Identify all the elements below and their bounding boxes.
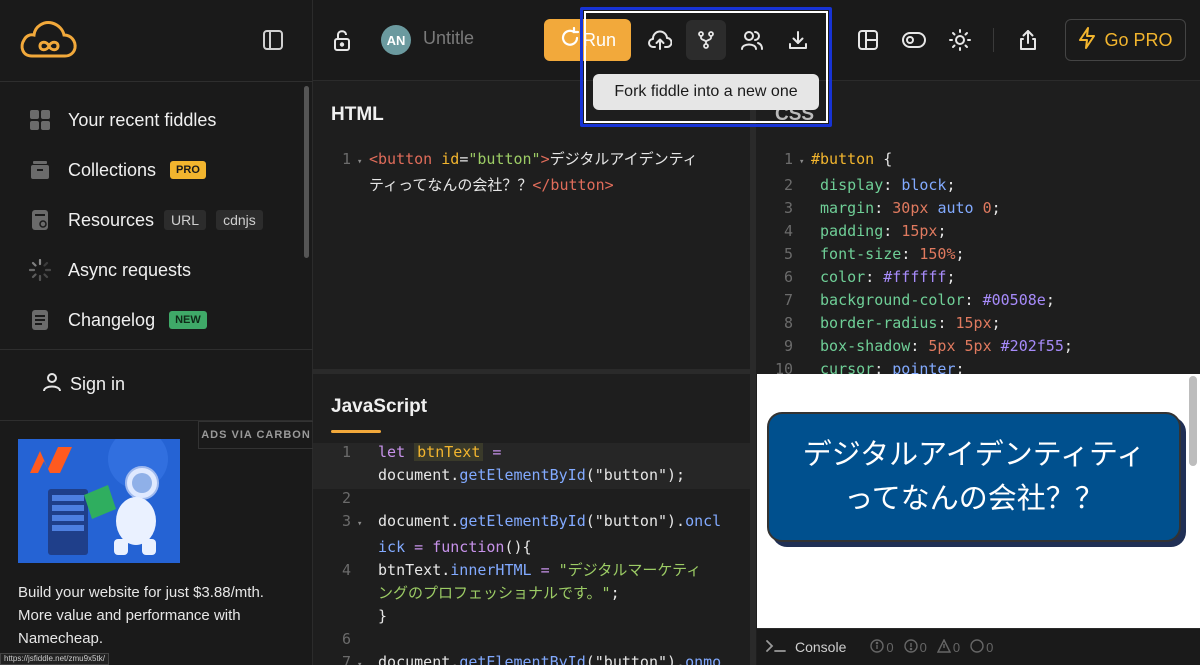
go-pro-label: Go PRO <box>1104 29 1173 50</box>
error-count: 0 <box>903 638 927 656</box>
console-label: Console <box>795 639 847 655</box>
resource-tag-cdnjs[interactable]: cdnjs <box>216 210 263 230</box>
new-badge: NEW <box>169 311 207 329</box>
layout-icon[interactable] <box>848 20 888 60</box>
file-icon <box>28 208 52 232</box>
ads-via-carbon-link[interactable]: ADS VIA CARBON <box>198 421 313 449</box>
sidebar-item-collections[interactable]: Collections PRO <box>0 145 305 195</box>
share-icon[interactable] <box>1008 20 1048 60</box>
go-pro-button[interactable]: Go PRO <box>1065 19 1186 61</box>
warning-icon <box>936 637 951 656</box>
toggle-switch-icon[interactable] <box>894 20 934 60</box>
panel-title-underline <box>331 430 381 433</box>
vertical-splitter[interactable] <box>750 374 756 665</box>
sidebar-item-recent-fiddles[interactable]: Your recent fiddles <box>0 95 305 145</box>
sidebar-item-label: Changelog <box>68 309 156 330</box>
lightning-icon <box>1078 26 1096 54</box>
sidebar-nav: Your recent fiddles Collections PRO Reso… <box>0 95 305 345</box>
ad-text[interactable]: Build your website for just $3.88/mth. M… <box>18 581 298 650</box>
console-bar[interactable]: Console 0 0 0 0 <box>757 628 1200 665</box>
divider <box>0 81 313 82</box>
sidebar-toggle-icon[interactable] <box>258 25 288 55</box>
status-url-hint: https://jsfiddle.net/zmu9x5tk/ <box>0 653 109 665</box>
theme-sun-icon[interactable] <box>940 20 980 60</box>
javascript-code-editor[interactable]: 1 let btnText = document.getElementById(… <box>325 441 750 665</box>
log-icon <box>970 638 984 656</box>
sidebar-item-label: Async requests <box>68 259 192 280</box>
sidebar-item-label: Collections <box>68 159 157 180</box>
preview-demo-button[interactable]: デジタルアイデンティティってなんの会社？？ <box>767 412 1181 542</box>
result-scrollbar[interactable] <box>1189 376 1197 466</box>
result-preview: デジタルアイデンティティってなんの会社？？ <box>757 374 1200 628</box>
sidebar-item-resources[interactable]: Resources URL cdnjs <box>0 195 305 245</box>
html-code-editor[interactable]: 1 ▾ <button id="button">デジタルアイデンティ ティってなんの… <box>325 148 745 197</box>
sidebar: Your recent fiddles Collections PRO Reso… <box>0 0 313 665</box>
grid-icon <box>28 108 52 132</box>
divider <box>0 349 313 350</box>
css-code-editor[interactable]: 1 ▾ #button { 2 display: block; 3 margin: … <box>767 148 1197 374</box>
fiddle-title-input[interactable]: Untitle <box>423 28 474 49</box>
sidebar-item-label: Resources <box>68 209 155 230</box>
sidebar-item-label: Your recent fiddles <box>68 109 217 130</box>
document-icon <box>28 308 52 332</box>
spinner-icon <box>28 258 52 282</box>
sidebar-item-async-requests[interactable]: Async requests <box>0 245 305 295</box>
terminal-icon <box>765 638 787 657</box>
info-icon <box>870 638 885 656</box>
highlight-box <box>580 7 832 127</box>
divider <box>993 28 994 52</box>
resource-tag-url[interactable]: URL <box>164 210 207 230</box>
warning-count: 0 <box>936 637 960 656</box>
javascript-panel-title: JavaScript <box>331 396 428 417</box>
ad-image[interactable] <box>18 439 180 563</box>
error-icon <box>903 638 918 656</box>
sidebar-item-changelog[interactable]: Changelog NEW <box>0 295 305 345</box>
avatar[interactable]: AN <box>381 25 411 55</box>
sign-in-label: Sign in <box>70 374 126 394</box>
jsfiddle-logo[interactable] <box>18 18 78 62</box>
refresh-icon <box>559 26 581 54</box>
log-count: 0 <box>970 638 993 656</box>
sidebar-scrollbar[interactable] <box>304 86 309 258</box>
pro-badge: PRO <box>170 161 206 179</box>
lock-icon[interactable] <box>322 20 362 60</box>
info-count: 0 <box>870 638 894 656</box>
box-icon <box>28 158 52 182</box>
user-icon <box>42 372 62 397</box>
html-panel-title: HTML <box>331 104 384 125</box>
sign-in-button[interactable]: Sign in <box>42 372 125 397</box>
